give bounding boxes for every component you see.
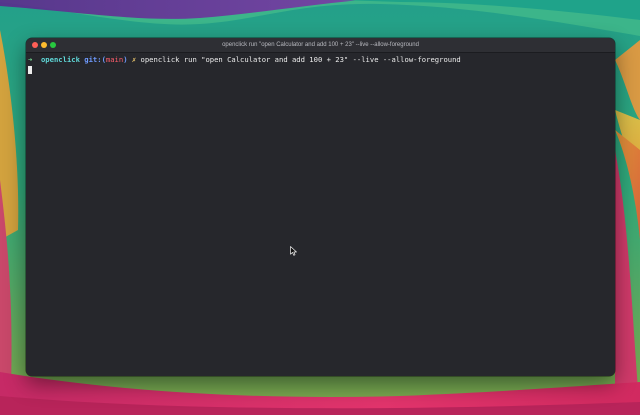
prompt-line: ➜ openclick git:(main) ✗ openclick run "… xyxy=(28,55,461,65)
desktop: openclick run "open Calculator and add 1… xyxy=(0,0,640,415)
minimize-button[interactable] xyxy=(41,42,47,48)
prompt-arrow-icon: ➜ xyxy=(28,55,33,64)
git-close-paren: ) xyxy=(123,55,128,64)
title-bar[interactable]: openclick run "open Calculator and add 1… xyxy=(26,38,615,53)
git-branch: main xyxy=(105,55,124,64)
zoom-button[interactable] xyxy=(50,42,56,48)
text-cursor xyxy=(28,66,32,74)
terminal-output[interactable]: ➜ openclick git:(main) ✗ openclick run "… xyxy=(26,53,615,376)
command-text: openclick run "open Calculator and add 1… xyxy=(140,55,461,64)
close-button[interactable] xyxy=(32,42,38,48)
current-directory: openclick xyxy=(40,55,80,64)
dirty-marker-icon: ✗ xyxy=(131,55,137,64)
terminal-window[interactable]: openclick run "open Calculator and add 1… xyxy=(26,38,615,376)
window-title: openclick run "open Calculator and add 1… xyxy=(222,42,419,48)
arrow-pointer-icon xyxy=(290,246,297,256)
git-label: git: xyxy=(84,55,102,64)
